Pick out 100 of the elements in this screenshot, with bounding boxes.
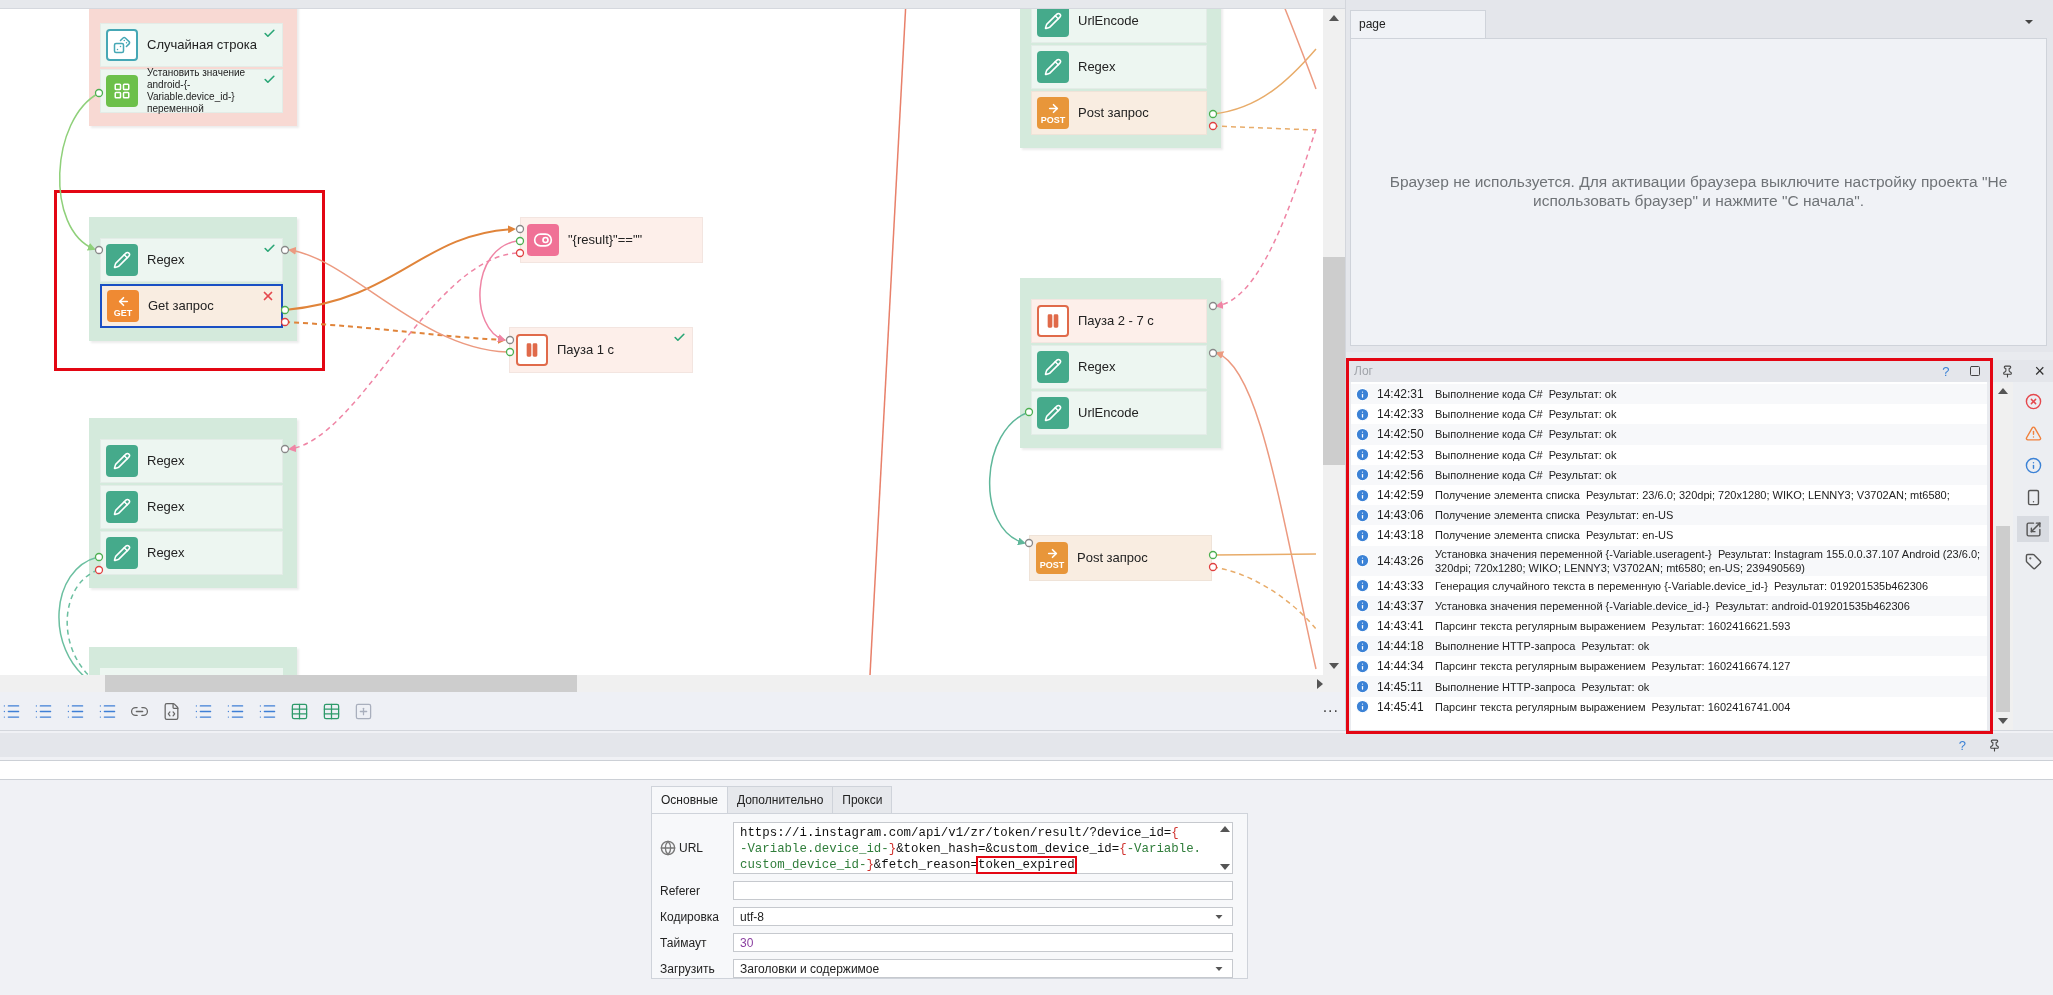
action-block[interactable]: Пауза 2 - 7 с (1031, 299, 1207, 343)
scroll-down-arrow[interactable] (1329, 663, 1339, 669)
add-icon[interactable] (354, 701, 373, 721)
dropdown-caret-icon[interactable] (2025, 20, 2033, 24)
table-icon[interactable] (322, 701, 341, 721)
block-label: Post запрос (1078, 105, 1149, 121)
action-block[interactable]: UrlEncode (1031, 9, 1207, 43)
log-message: Парсинг текста регулярным выражением Результат: 1602416674.127 (1435, 659, 1792, 674)
dropdown-field[interactable]: utf-8 (733, 907, 1233, 926)
log-entry[interactable]: 14:42:56 Выполнение кода C# Результат: ok (1351, 464, 1987, 485)
action-block[interactable]: Пауза 1 с (509, 327, 693, 373)
dropdown-field[interactable]: Заголовки и содержимое (733, 959, 1233, 978)
url-field[interactable]: https://i.instagram.com/api/v1/zr/token/result/?device_id={ -Variable.device_id-}&token_hash=&custom_device_id={-Variable. custom_device_id-}&fetch_reason=token_expired (733, 822, 1233, 874)
log-entry[interactable]: 14:43:06 Получение элемента списка Результат: en-US (1351, 505, 1987, 526)
table-icon[interactable] (290, 701, 309, 721)
connector-port[interactable] (280, 444, 290, 454)
block-label: Get запрос (148, 298, 214, 314)
pause-icon (1037, 305, 1069, 337)
pause-icon (516, 334, 548, 366)
action-block[interactable]: Regex (100, 439, 283, 483)
code-file-icon[interactable] (162, 701, 181, 721)
pencil-icon (106, 491, 138, 523)
action-block[interactable]: Regex (1031, 345, 1207, 389)
action-block[interactable]: UrlEncode (1031, 391, 1207, 435)
input-field[interactable]: 30 (733, 933, 1233, 952)
info-icon (1355, 578, 1370, 594)
form-tab[interactable]: Прокси (832, 786, 893, 813)
action-block[interactable]: GET Get запрос (100, 284, 283, 328)
info-icon (1355, 638, 1370, 654)
info-icon (2024, 456, 2042, 474)
log-entry[interactable]: 14:44:18 Выполнение HTTP-запроса Результат: ok (1351, 636, 1987, 657)
action-block[interactable]: Regex (100, 485, 283, 529)
scroll-down-arrow[interactable] (1220, 864, 1230, 870)
scrollbar-thumb[interactable] (1323, 257, 1345, 465)
block-label: Regex (147, 252, 185, 268)
globe-icon (660, 840, 676, 856)
scroll-up-arrow[interactable] (1220, 826, 1230, 832)
log-entry[interactable]: 14:43:26 Установка значения переменной {-Variable.useragent-} Результат: Instagram 155.0.0.37.107 Android (23/6.0; 320dpi; 720x1280; WIKO; LENNY3; V3702AN; mt6580; en-US; 239490569) (1351, 545, 1987, 576)
form-tab[interactable]: Дополнительно (726, 786, 834, 813)
connector-port[interactable] (1208, 301, 1218, 311)
action-block[interactable]: Установить значение android-{-Variable.device_id-} переменной (100, 69, 283, 113)
maximize-icon[interactable] (1969, 365, 1982, 377)
log-entry[interactable]: 14:43:37 Установка значения переменной {-Variable.device_id-} Результат: android-019201535b462306 (1351, 595, 1987, 616)
more-button[interactable]: ... (1322, 698, 1339, 724)
action-block[interactable]: POST Post запрос (1029, 535, 1212, 581)
info-icon (1355, 487, 1370, 503)
connector-port[interactable] (280, 245, 290, 255)
log-title: Лог (1354, 364, 1373, 378)
scrollbar-thumb[interactable] (105, 675, 577, 692)
connector-port[interactable] (94, 245, 104, 255)
horizontal-scrollbar[interactable] (0, 675, 1345, 692)
info-icon (1355, 699, 1370, 715)
log-message: Получение элемента списка Результат: en-US (1435, 508, 1675, 523)
tag-icon (2024, 552, 2042, 570)
action-block[interactable]: Случайная строка (100, 23, 283, 67)
log-entry[interactable]: 14:45:11 Выполнение HTTP-запроса Результат: ok (1351, 676, 1987, 697)
vertical-scrollbar[interactable] (1323, 9, 1345, 675)
log-message: Выполнение кода C# Результат: ok (1435, 467, 1618, 482)
log-time: 14:42:59 (1377, 488, 1425, 503)
input-field[interactable] (0, 760, 2053, 780)
block-label: UrlEncode (1078, 405, 1139, 421)
page-tab[interactable]: page (1350, 10, 1486, 38)
log-message: Выполнение кода C# Результат: ok (1435, 387, 1618, 402)
form-tab[interactable]: Основные (651, 786, 728, 813)
action-block[interactable]: Regex (100, 531, 283, 575)
vertical-scrollbar[interactable] (1993, 382, 2013, 730)
field-label: URL (679, 841, 703, 855)
block-label: Regex (1078, 59, 1116, 75)
pencil-icon (1037, 351, 1069, 383)
log-entry[interactable]: 14:42:31 Выполнение кода C# Результат: ok (1351, 384, 1987, 405)
log-message: Парсинг текста регулярным выражением Результат: 1602416621.593 (1435, 618, 1792, 633)
action-block[interactable]: "{result}"=="" (520, 217, 703, 263)
block-label: Regex (147, 499, 185, 515)
log-message: Получение элемента списка Результат: en-US (1435, 528, 1675, 543)
info-icon (1355, 386, 1370, 402)
action-block[interactable]: Regex (100, 238, 283, 282)
connector-port[interactable] (1024, 538, 1034, 548)
resize-icon (2024, 520, 2042, 538)
pencil-icon (1037, 51, 1069, 83)
filter-button[interactable] (2017, 516, 2049, 542)
block-label: Установить значение android-{-Variable.device_id-} переменной (147, 67, 247, 115)
scroll-up-arrow[interactable] (1329, 15, 1339, 21)
browser-message: Браузер не используется. Для активации браузера выключите настройку проекта "Не использовать браузер" и нажмите "С начала". (1388, 173, 2009, 211)
warning-icon (2024, 424, 2042, 442)
connector-port[interactable] (1208, 348, 1218, 358)
pin-icon[interactable] (2001, 364, 2015, 378)
log-time: 14:43:18 (1377, 528, 1425, 543)
action-block[interactable]: Regex (1031, 45, 1207, 89)
input-field[interactable] (733, 881, 1233, 900)
block-label: Regex (1078, 359, 1116, 375)
log-entry[interactable]: 14:42:50 Выполнение кода C# Результат: ok (1351, 424, 1987, 445)
log-time: 14:43:41 (1377, 618, 1425, 633)
scrollbar-thumb[interactable] (1996, 526, 2010, 712)
info-icon (1355, 598, 1370, 614)
close-button[interactable]: × (2034, 362, 2045, 380)
pin-icon[interactable] (1988, 738, 2001, 752)
action-block[interactable]: POST Post запрос (1031, 91, 1207, 135)
block-label: Regex (147, 545, 185, 561)
log-time: 14:42:33 (1377, 407, 1425, 422)
log-time: 14:43:26 (1377, 553, 1425, 568)
